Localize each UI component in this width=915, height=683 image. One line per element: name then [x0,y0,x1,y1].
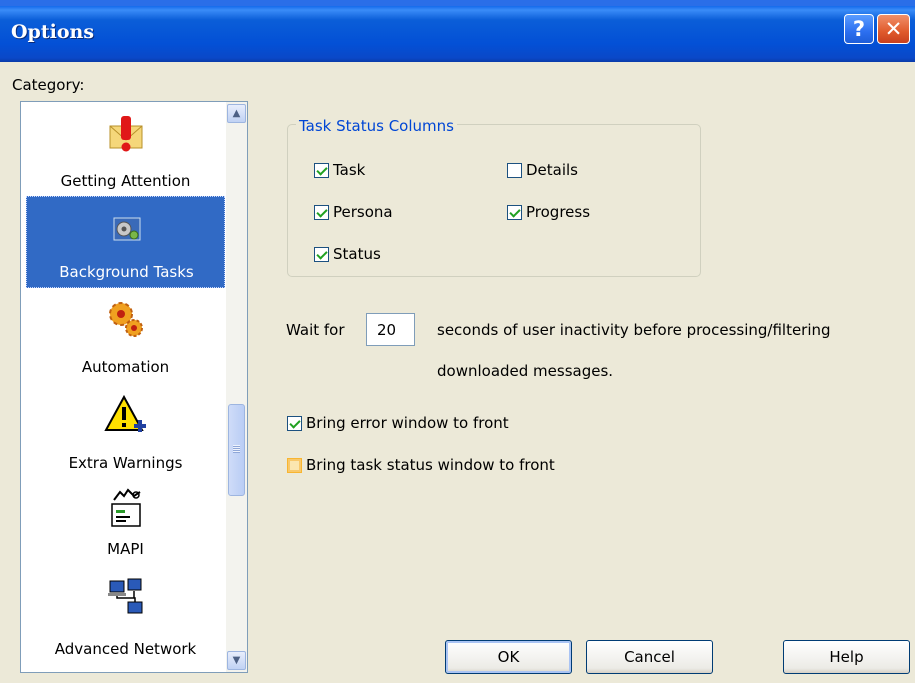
category-label-mapi: MAPI [107,540,144,558]
checkbox-box [314,246,329,262]
bring-task-status-window-label: Bring task status window to front [306,456,555,474]
category-item-mapi[interactable]: MAPI [26,478,225,570]
bring-task-status-window-checkbox[interactable]: Bring task status window to front [287,456,555,474]
category-scrollbar[interactable]: ▲ ▼ [226,102,247,672]
category-label-automation: Automation [81,358,170,376]
checkbox-box [287,415,302,431]
title-bar[interactable]: Options ? ✕ [0,0,915,62]
gears-icon [109,302,143,337]
scroll-down-icon[interactable]: ▼ [227,651,246,670]
progress-checkbox[interactable]: Progress [507,203,590,221]
status-checkbox[interactable]: Status [314,245,381,263]
background-tasks-icon [113,217,141,241]
task-status-group-title: Task Status Columns [296,117,457,135]
wait-for-label: Wait for [286,321,345,339]
progress-checkbox-label: Progress [526,203,591,221]
checkbox-box [314,162,329,178]
category-item-getting-attention[interactable]: Getting Attention [26,104,225,196]
bring-error-window-label: Bring error window to front [306,414,509,432]
category-item-automation[interactable]: Automation [26,290,225,382]
window-title: Options [11,21,95,43]
cancel-button[interactable]: Cancel [586,640,713,674]
checkbox-box [507,162,522,178]
category-label: Category: [12,76,85,94]
help-icon[interactable]: ? [844,14,874,44]
wait-suffix-line1: seconds of user inactivity before proces… [437,321,831,339]
wait-suffix-line2: downloaded messages. [437,362,614,380]
status-checkbox-label: Status [333,245,381,263]
scroll-up-icon[interactable]: ▲ [227,104,246,123]
category-label-extra-warnings: Extra Warnings [68,454,183,472]
warning-plus-icon [104,394,146,432]
task-checkbox-label: Task [333,161,366,179]
wait-seconds-input[interactable]: 20 [366,313,415,346]
checkbox-box [314,204,329,220]
persona-checkbox[interactable]: Persona [314,203,393,221]
category-item-advanced-network[interactable]: Advanced Network [26,572,225,664]
scroll-thumb[interactable] [228,404,245,496]
mapi-icon [111,488,141,527]
checkbox-box [287,457,302,473]
persona-checkbox-label: Persona [333,203,393,221]
bring-error-window-checkbox[interactable]: Bring error window to front [287,414,509,432]
ok-button[interactable]: OK [445,640,572,674]
details-checkbox[interactable]: Details [507,161,578,179]
title-bar-top-strip [0,0,915,6]
close-icon[interactable]: ✕ [877,14,910,44]
task-checkbox[interactable]: Task [314,161,365,179]
category-label-background-tasks: Background Tasks [59,263,194,281]
category-item-extra-warnings[interactable]: Extra Warnings [26,386,225,478]
category-label-advanced-network: Advanced Network [54,640,197,658]
category-label-getting-attention: Getting Attention [60,172,191,190]
exclamation-envelope-icon [109,116,143,152]
category-list[interactable]: Getting Attention Background Tasks Autom… [20,101,248,673]
checkbox-box [507,204,522,220]
help-button[interactable]: Help [783,640,910,674]
network-computers-icon [108,578,143,614]
details-checkbox-label: Details [526,161,579,179]
category-item-background-tasks[interactable]: Background Tasks [26,196,225,288]
